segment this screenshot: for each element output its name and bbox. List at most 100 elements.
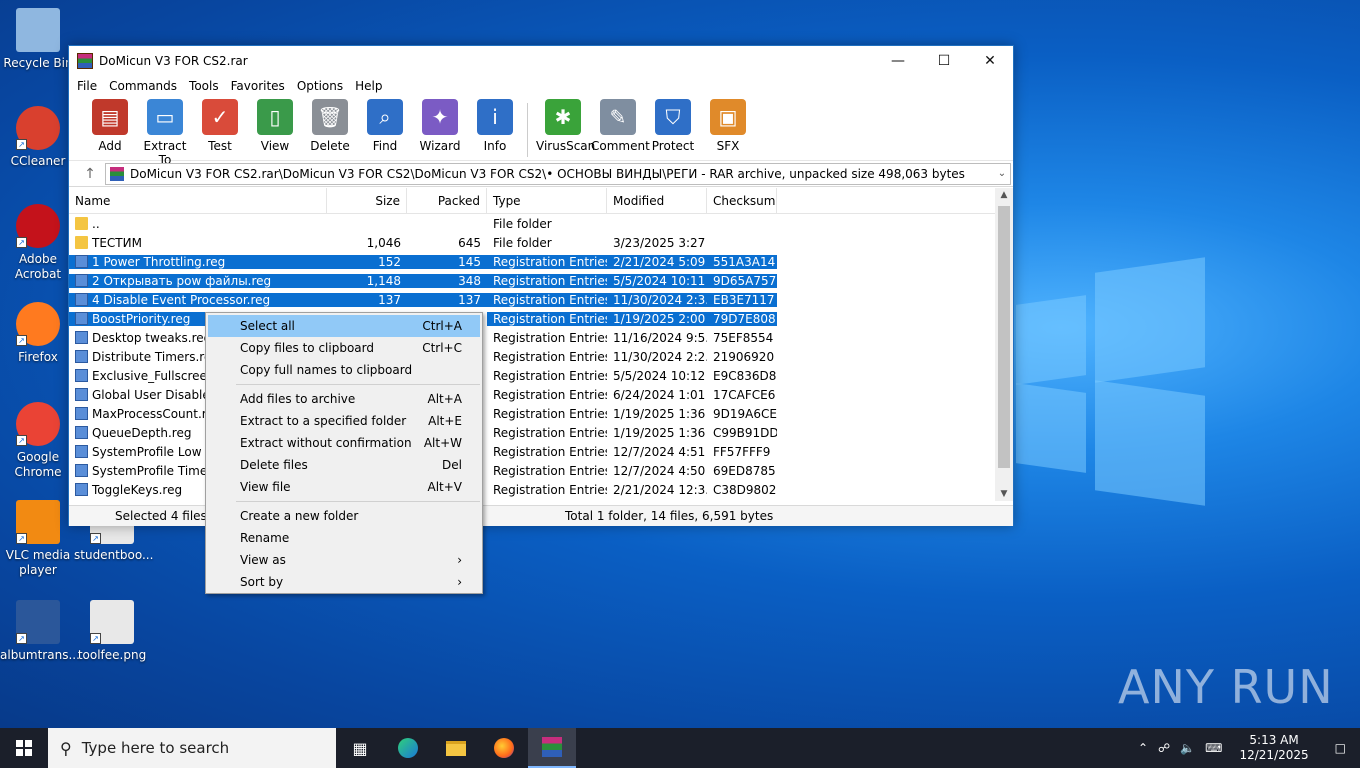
- toolbar-label: Wizard: [419, 139, 461, 153]
- taskbar-search[interactable]: ⚲ Type here to search: [48, 728, 336, 768]
- file-checksum: 9D19A6CE: [713, 406, 777, 421]
- notification-icon[interactable]: □: [1321, 741, 1360, 755]
- toolbar-comment-button[interactable]: ✎ Comment: [591, 99, 650, 153]
- table-row[interactable]: 1 Power Throttling.reg 152 145 Registration…: [69, 252, 995, 271]
- winrar-taskbar-icon[interactable]: [528, 728, 576, 768]
- toolbar-extract-to-button[interactable]: ▭ Extract To: [138, 99, 192, 167]
- start-button[interactable]: [0, 728, 48, 768]
- file-type: Registration Entries: [487, 292, 607, 307]
- reg-file-icon: [75, 464, 88, 477]
- toolbar-sfx-button[interactable]: ▣ SFX: [701, 99, 755, 153]
- menu-options[interactable]: Options: [291, 79, 349, 93]
- toolbar-view-button[interactable]: ▯ View: [248, 99, 302, 153]
- firefox-icon: ↗: [16, 302, 60, 346]
- close-button[interactable]: ✕: [967, 46, 1013, 75]
- wallpaper-logo: [1095, 380, 1205, 506]
- network-icon[interactable]: ☍: [1153, 741, 1175, 755]
- menu-tools[interactable]: Tools: [183, 79, 225, 93]
- file-explorer-icon[interactable]: [432, 728, 480, 768]
- file-type: Registration Entries: [493, 330, 607, 345]
- edge-icon[interactable]: [384, 728, 432, 768]
- file-type: File folder: [493, 235, 552, 250]
- menu-separator: [236, 384, 480, 385]
- shortcut-arrow-icon: ↗: [16, 237, 27, 248]
- desktop-icon-label: Adobe Acrobat: [14, 252, 62, 281]
- context-item-select-all[interactable]: Select all Ctrl+A: [208, 315, 480, 337]
- shortcut-arrow-icon: ↗: [16, 335, 27, 346]
- context-item-rename[interactable]: Rename: [206, 527, 482, 549]
- chevron-up-icon[interactable]: ⌃: [1133, 741, 1153, 755]
- desktop-icon[interactable]: ↗ VLC media player: [0, 500, 76, 578]
- desktop-icon[interactable]: ↗ CCleaner: [0, 106, 76, 169]
- toolbar-add-button[interactable]: ▤ Add: [83, 99, 137, 153]
- desktop-icon[interactable]: ↗ Firefox: [0, 302, 76, 365]
- toolbar-find-button[interactable]: ⌕ Find: [358, 99, 412, 153]
- chevron-down-icon[interactable]: ⌄: [994, 168, 1010, 179]
- desktop-icon[interactable]: ↗ Adobe Acrobat: [0, 204, 76, 282]
- reg-file-icon: [75, 445, 88, 458]
- path-field[interactable]: DoMicun V3 FOR CS2.rar\DoMicun V3 FOR CS…: [105, 162, 1011, 185]
- table-row[interactable]: .. File folder: [69, 214, 995, 233]
- find-icon: ⌕: [367, 99, 403, 135]
- menu-file[interactable]: File: [71, 79, 103, 93]
- up-folder-button[interactable]: ↑: [75, 166, 105, 182]
- menu-help[interactable]: Help: [349, 79, 388, 93]
- menu-bar: File Commands Tools Favorites Options Help: [69, 75, 1013, 97]
- keyboard-icon[interactable]: ⌨: [1200, 741, 1227, 755]
- anyrun-watermark: ANY RUN: [1118, 660, 1334, 714]
- toolbar-protect-button[interactable]: ⛉ Protect: [646, 99, 700, 153]
- comment-icon: ✎: [600, 99, 636, 135]
- firefox-icon[interactable]: [480, 728, 528, 768]
- column-packed[interactable]: Packed: [407, 188, 487, 214]
- column-name[interactable]: Name: [69, 188, 327, 214]
- context-item-copy-full-names-to-clipboard[interactable]: Copy full names to clipboard: [206, 359, 482, 381]
- toolbar-wizard-button[interactable]: ✦ Wizard: [413, 99, 467, 153]
- context-item-view-as[interactable]: View as ›: [206, 549, 482, 571]
- column-type[interactable]: Type: [487, 188, 607, 214]
- window-title: DoMicun V3 FOR CS2.rar: [99, 53, 248, 68]
- context-item-shortcut: Alt+V: [427, 480, 462, 494]
- title-bar[interactable]: DoMicun V3 FOR CS2.rar — ☐ ✕: [69, 46, 1013, 75]
- task-view-icon[interactable]: ▦: [336, 728, 384, 768]
- minimize-button[interactable]: —: [875, 46, 921, 75]
- vertical-scrollbar[interactable]: ▲ ▼: [995, 188, 1013, 501]
- scroll-up-icon[interactable]: ▲: [995, 190, 1013, 200]
- context-item-extract-to-a-specified-folder[interactable]: Extract to a specified folder Alt+E: [206, 410, 482, 432]
- toolbar-label: Add: [98, 139, 122, 153]
- context-menu: Select all Ctrl+A Copy files to clipboard C…: [205, 312, 483, 594]
- wallpaper-logo: [1095, 257, 1205, 383]
- clock[interactable]: 5:13 AM 12/21/2025: [1227, 733, 1320, 763]
- column-modified[interactable]: Modified: [607, 188, 707, 214]
- desktop-icon[interactable]: ↗ albumtrans...: [0, 600, 80, 663]
- context-item-delete-files[interactable]: Delete files Del: [206, 454, 482, 476]
- column-size[interactable]: Size: [327, 188, 407, 214]
- reg-file-icon: [75, 407, 88, 420]
- table-row[interactable]: 4 Disable Event Processor.reg 137 137 Regis…: [69, 290, 995, 309]
- context-item-extract-without-confirmation[interactable]: Extract without confirmation Alt+W: [206, 432, 482, 454]
- file-size: 152: [327, 254, 407, 269]
- context-item-view-file[interactable]: View file Alt+V: [206, 476, 482, 498]
- scroll-down-icon[interactable]: ▼: [995, 489, 1013, 499]
- desktop-icon[interactable]: ↗ toolfee.png: [74, 600, 150, 663]
- maximize-button[interactable]: ☐: [921, 46, 967, 75]
- volume-icon[interactable]: 🔈: [1175, 741, 1200, 755]
- column-checksum[interactable]: Checksum: [707, 188, 777, 214]
- add-icon: ▤: [92, 99, 128, 135]
- table-row[interactable]: ТЕСТИМ 1,046 645 File folder 3/23/2025 3:27 …: [69, 233, 995, 252]
- menu-commands[interactable]: Commands: [103, 79, 183, 93]
- toolbar-virusscan-button[interactable]: ✱ VirusScan: [536, 99, 595, 153]
- desktop-icon[interactable]: ↗ Google Chrome: [0, 402, 76, 480]
- toolbar-info-button[interactable]: i Info: [468, 99, 522, 153]
- desktop-icon[interactable]: Recycle Bin: [0, 8, 76, 71]
- context-item-copy-files-to-clipboard[interactable]: Copy files to clipboard Ctrl+C: [206, 337, 482, 359]
- file-name: ТЕСТИМ: [92, 235, 142, 250]
- context-item-shortcut: Alt+A: [427, 392, 462, 406]
- context-item-create-a-new-folder[interactable]: Create a new folder: [206, 505, 482, 527]
- toolbar-test-button[interactable]: ✓ Test: [193, 99, 247, 153]
- scroll-thumb[interactable]: [998, 206, 1010, 468]
- menu-favorites[interactable]: Favorites: [225, 79, 291, 93]
- context-item-add-files-to-archive[interactable]: Add files to archive Alt+A: [206, 388, 482, 410]
- toolbar-delete-button[interactable]: 🗑 Delete: [303, 99, 357, 153]
- context-item-sort-by[interactable]: Sort by ›: [206, 571, 482, 593]
- table-row[interactable]: 2 Открывать pow файлы.reg 1,148 348 Registr…: [69, 271, 995, 290]
